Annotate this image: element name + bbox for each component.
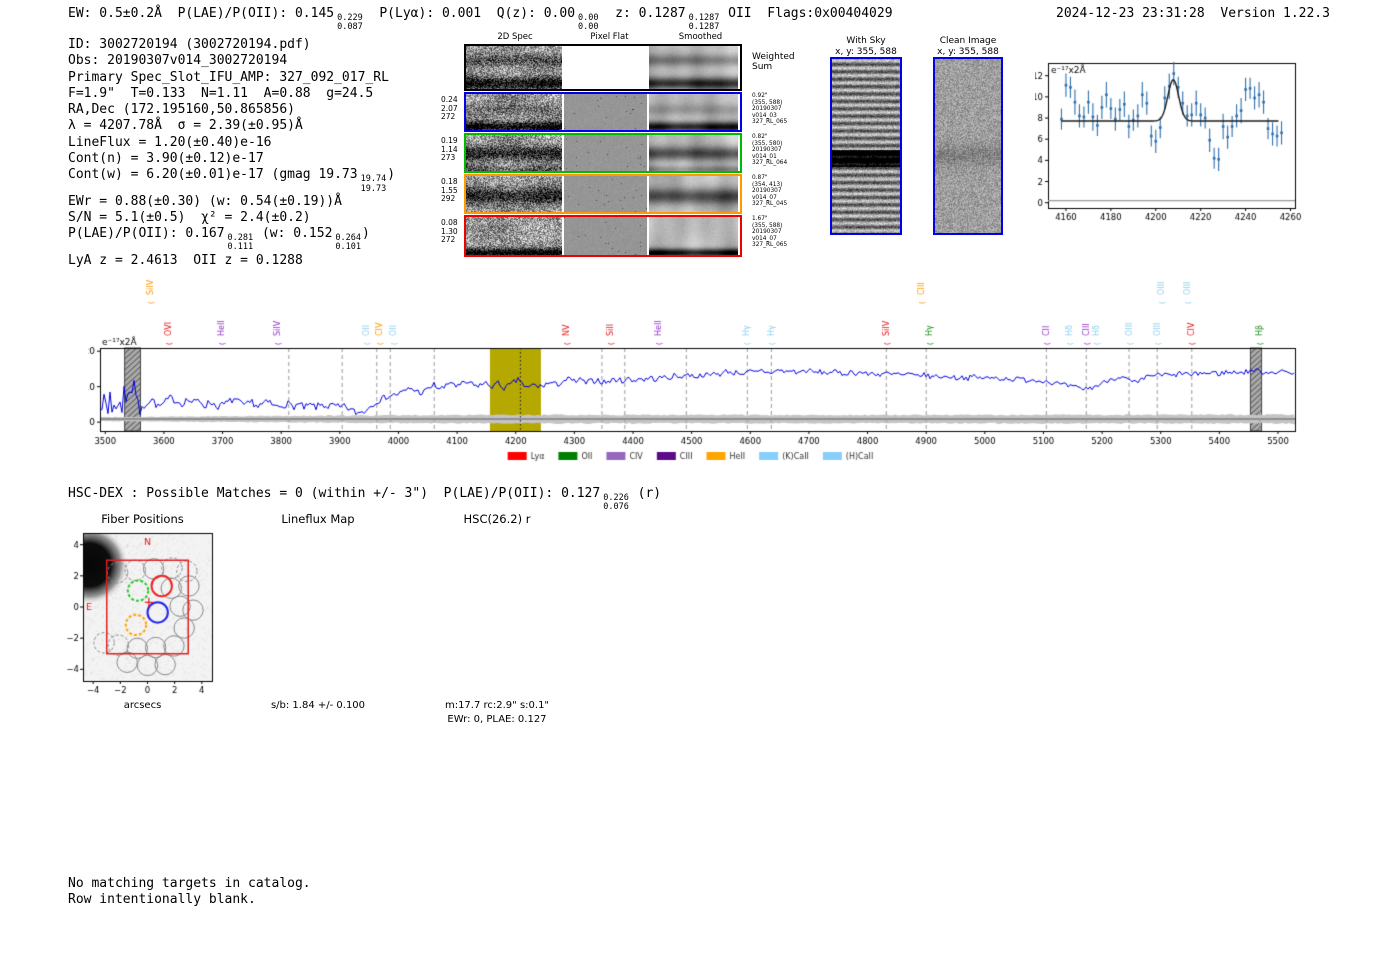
with-sky-title-text: With Sky x, y: 355, 588	[835, 36, 897, 57]
fiber4-id-labels: 1.67" (355, 588) 20190307 v014_07 327_RL_065	[752, 216, 788, 249]
info-line-5: λ = 4207.78Å σ = 2.39(±0.95)Å	[68, 118, 303, 134]
cutout-row-weighted	[464, 44, 742, 91]
info-line-4: RA,Dec (172.195160,50.865856)	[68, 102, 295, 118]
lineflux-map-xlabel: s/b: 1.84 +/- 0.100	[270, 700, 366, 711]
with-sky-image	[832, 59, 900, 233]
weighted-smoothed-image	[649, 46, 738, 89]
cutout-row-fiber-1	[464, 92, 742, 132]
info-line-6: LineFlux = 1.20(±0.40)e-16	[68, 134, 272, 150]
footer-blank-line: Row intentionally blank.	[68, 892, 256, 907]
clean-image	[935, 59, 1001, 233]
col-title-pixel-flat: Pixel Flat	[590, 32, 629, 42]
col-title-smoothed: Smoothed	[678, 32, 723, 42]
clean-image-panel	[933, 57, 1003, 235]
cutout-row-fiber-3	[464, 174, 742, 214]
hsc-image-plot	[407, 529, 587, 701]
lineflux-map-title: Lineflux Map	[281, 512, 355, 526]
info-line-1: Obs: 20190307v014_3002720194	[68, 53, 288, 69]
fiber1-2d-spec-image	[466, 94, 562, 130]
fiber-positions-plot	[60, 529, 225, 701]
weighted-pixel-flat-image	[564, 46, 647, 89]
detection-zoom-chart	[1035, 55, 1310, 235]
fiber2-weights: 0.19 1.14 273	[441, 136, 458, 163]
fiber3-smoothed-image	[649, 176, 738, 212]
hsc-image-title: HSC(26.2) r	[463, 512, 531, 526]
hsc-dex-summary-line: HSC-DEX : Possible Matches = 0 (within +…	[68, 486, 662, 513]
detection-info-block: ID: 3002720194 (3002720194.pdf) Obs: 2019…	[68, 37, 395, 269]
fiber-positions-xlabel: arcsecs	[123, 700, 162, 711]
clean-image-title: Clean Image x, y: 355, 588	[937, 36, 999, 57]
info-line-3: F=1.9" T=0.133 N=1.11 A=0.88 g=24.5	[68, 85, 374, 101]
fiber1-pixel-flat-image	[564, 94, 647, 130]
hsc-image-xlabel2: EWr: 0, PLAE: 0.127	[447, 714, 547, 725]
cutout-row-fiber-2	[464, 133, 742, 173]
with-sky-panel	[830, 57, 902, 235]
weighted-sum-label: Weighted Sum	[752, 52, 795, 72]
info-line-7: Cont(n) = 3.90(±0.12)e-17	[68, 151, 264, 167]
fiber2-pixel-flat-image	[564, 135, 647, 171]
fiber2-id-labels: 0.82" (355, 580) 20190307 v014_01 327_RL_064	[752, 134, 788, 167]
col-title-2d-spec: 2D Spec	[497, 32, 533, 42]
fiber-positions-title: Fiber Positions	[101, 512, 184, 526]
fiber2-smoothed-image	[649, 135, 738, 171]
info-line-8: Cont(w) = 6.20(±0.01)e-17 (gmag 19.73 19.…	[68, 167, 396, 194]
with-sky-title: With Sky x, y: 355, 588	[826, 36, 906, 57]
fiber3-pixel-flat-image	[564, 176, 647, 212]
info-line-2: Primary Spec_Slot_IFU_AMP: 327_092_017_R…	[68, 69, 389, 85]
fiber4-weights: 0.08 1.30 272	[441, 218, 458, 245]
footer-no-match-line: No matching targets in catalog.	[68, 876, 311, 891]
fiber4-2d-spec-image	[466, 217, 562, 255]
fiber3-id-labels: 0.87" (354, 413) 20190307 v014_07 327_RL_045	[752, 175, 788, 208]
cutout-row-fiber-4	[464, 215, 742, 257]
fiber1-weights: 0.24 2.07 272	[441, 95, 458, 122]
hsc-image-xlabel: m:17.7 rc:2.9" s:0.1"	[444, 700, 550, 711]
fiber4-smoothed-image	[649, 217, 738, 255]
lineflux-map-plot	[228, 529, 408, 701]
header-summary-line: EW: 0.5±0.2Å P(LAE)/P(OII): 0.145 0.229 0.…	[68, 6, 893, 33]
report-datetime: 2024-12-23 23:31:28	[1056, 6, 1205, 21]
fiber1-smoothed-image	[649, 94, 738, 130]
info-line-9: EWr = 0.88(±0.30) (w: 0.54(±0.19))Å	[68, 193, 342, 209]
full-spectrum-chart	[88, 258, 1313, 463]
weighted-2d-spec-image	[466, 46, 562, 89]
info-line-11: P(LAE)/P(OII): 0.167 0.281 0.111 (w: 0.152…	[68, 226, 370, 253]
fiber3-2d-spec-image	[466, 176, 562, 212]
fiber3-weights: 0.18 1.55 292	[441, 177, 458, 204]
info-line-10: S/N = 5.1(±0.5) χ² = 2.4(±0.2)	[68, 210, 311, 226]
fiber4-pixel-flat-image	[564, 217, 647, 255]
fiber2-2d-spec-image	[466, 135, 562, 171]
header-datetime-version: 2024-12-23 23:31:28 Version 1.22.3	[1056, 6, 1330, 21]
report-version: Version 1.22.3	[1220, 6, 1330, 21]
fiber1-id-labels: 0.92" (355, 588) 20190307 v014_03 327_RL_065	[752, 93, 788, 126]
elixer-report-page: EW: 0.5±0.2Å P(LAE)/P(OII): 0.145 0.229 0.…	[0, 0, 1400, 953]
info-line-0: ID: 3002720194 (3002720194.pdf)	[68, 37, 311, 52]
